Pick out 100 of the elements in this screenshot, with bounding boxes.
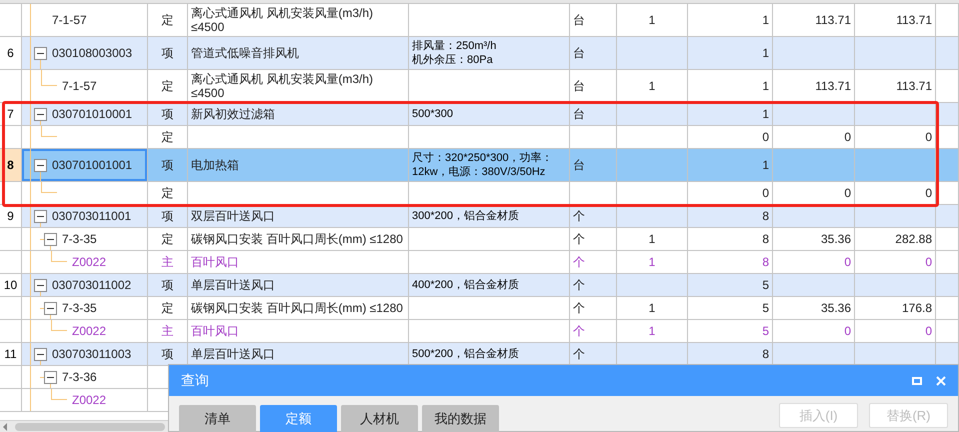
quantity-text: 5	[762, 324, 769, 338]
name-text: 碳钢风口安装 百叶风口周长(mm) ≤1280	[191, 301, 403, 315]
table-row[interactable]: 10 030703011002 项 单层百叶送风口 400*200，铝合金材质 个 5	[0, 274, 959, 297]
collapse-toggle[interactable]	[34, 210, 47, 223]
row-number: 6	[7, 46, 14, 60]
code-text: 7-3-36	[62, 369, 97, 386]
table-row[interactable]: 7-1-57 定 离心式通风机 风机安装风量(m3/h) ≤4500 台 1 1 113.71 113.71	[0, 4, 959, 37]
collapse-toggle[interactable]	[44, 371, 57, 384]
code-text: 030701010001	[52, 106, 132, 123]
unit-text: 个	[573, 209, 585, 223]
feature-text: 300*200，铝合金材质	[412, 209, 519, 223]
table-row[interactable]: 11 030703011003 项 单层百叶送风口 500*200，铝合金材质 个 8	[0, 343, 959, 366]
name-text: 单层百叶送风口	[191, 347, 275, 361]
type-text: 项	[162, 347, 174, 361]
unit-text: 台	[573, 79, 585, 93]
dialog-tab[interactable]: 我的数据	[422, 405, 499, 432]
coef-text: 1	[648, 79, 656, 93]
type-text: 项	[162, 278, 174, 292]
feature-text: 排风量：250m³/h 机外余压：80Pa	[412, 39, 496, 67]
type-text: 定	[162, 301, 174, 315]
type-text: 项	[162, 46, 174, 60]
collapse-toggle[interactable]	[34, 348, 47, 361]
tree-connector	[40, 308, 44, 309]
code-text: Z0022	[72, 323, 106, 340]
code-text: 030108003003	[52, 45, 132, 62]
collapse-toggle[interactable]	[44, 302, 57, 315]
quantity-text: 1	[762, 79, 769, 93]
feature-text: 500*300	[412, 107, 453, 121]
tree-line	[40, 60, 41, 69]
quantity-text: 0	[762, 130, 769, 144]
collapse-toggle[interactable]	[34, 279, 47, 292]
feature-text: 尺寸：320*250*300，功率： 12kw，电源：380V/3/50Hz	[412, 151, 553, 179]
collapse-toggle[interactable]	[44, 233, 57, 246]
total-text: 113.71	[896, 13, 932, 27]
code-text: Z0022	[72, 254, 106, 271]
tree-connector	[51, 251, 67, 262]
tree-connector	[41, 126, 57, 137]
tree-connector	[40, 239, 44, 240]
name-text: 离心式通风机 风机安装风量(m3/h) ≤4500	[191, 6, 374, 34]
price-text: 35.36	[820, 301, 851, 315]
code-text: 7-3-35	[62, 300, 97, 317]
table-row[interactable]: 定 0 0 0	[0, 182, 959, 205]
table-row[interactable]: 7-1-57 定 离心式通风机 风机安装风量(m3/h) ≤4500 台 1 1 113.71 113.71	[0, 70, 959, 103]
table-row[interactable]: 7-3-35 定 碳钢风口安装 百叶风口周长(mm) ≤1280 个 1 5 35.36 176.8	[0, 297, 959, 320]
type-text: 定	[162, 79, 174, 93]
total-text: 0	[925, 324, 932, 338]
quantity-text: 1	[762, 107, 769, 121]
dialog-tab[interactable]: 人材机	[341, 405, 418, 432]
dialog-title: 查询	[181, 371, 209, 390]
total-text: 0	[925, 255, 932, 269]
price-text: 0	[844, 130, 851, 144]
tree-connector	[51, 320, 67, 331]
table-row[interactable]: 7 030701010001 项 新风初效过滤箱 500*300 台 1	[0, 103, 959, 126]
total-text: 176.8	[902, 301, 932, 315]
code-text: 030701001001	[52, 157, 132, 174]
row-number: 7	[7, 107, 14, 121]
table-row[interactable]: Z0022 主 百叶风口 个 1 5 0 0	[0, 320, 959, 343]
code-text: 7-1-57	[52, 12, 87, 29]
horizontal-scrollbar[interactable]	[0, 420, 170, 432]
quantity-text: 8	[762, 232, 769, 246]
unit-text: 个	[573, 232, 585, 246]
total-text: 0	[925, 130, 932, 144]
unit-text: 个	[573, 301, 585, 315]
name-text: 双层百叶送风口	[191, 209, 275, 223]
coef-text: 1	[648, 324, 656, 338]
table-row[interactable]: Z0022 主 百叶风口 个 1 8 0 0	[0, 251, 959, 274]
quantity-text: 1	[762, 158, 769, 172]
table-row[interactable]: 9 030703011001 项 双层百叶送风口 300*200，铝合金材质 个 8	[0, 205, 959, 228]
unit-text: 个	[573, 347, 585, 361]
coef-text: 1	[648, 13, 656, 27]
collapse-toggle[interactable]	[34, 159, 47, 172]
maximize-icon[interactable]	[912, 376, 922, 384]
coef-text: 1	[648, 232, 656, 246]
quantity-text: 8	[762, 255, 769, 269]
unit-text: 台	[573, 46, 585, 60]
row-number: 10	[4, 278, 18, 292]
coef-text: 1	[648, 301, 656, 315]
scroll-left-icon[interactable]	[3, 422, 7, 430]
type-text: 项	[162, 158, 174, 172]
collapse-toggle[interactable]	[34, 108, 47, 121]
name-text: 管道式低噪音排风机	[191, 46, 299, 60]
collapse-toggle[interactable]	[34, 47, 47, 60]
quantity-text: 1	[762, 46, 769, 60]
code-text: 7-3-35	[62, 231, 97, 248]
close-icon[interactable]	[936, 376, 946, 386]
dialog-tab[interactable]: 清单	[179, 405, 256, 432]
table-row[interactable]: 6 030108003003 项 管道式低噪音排风机 排风量：250m³/h 机外余压：80Pa 台 1	[0, 37, 959, 70]
table-row[interactable]: 8 030701001001 项 电加热箱 尺寸：320*250*300，功率： 12kw，电源：380V/3/50Hz 台 1	[0, 149, 959, 182]
name-text: 百叶风口	[191, 255, 239, 269]
quantity-text: 8	[762, 347, 769, 361]
type-text: 项	[162, 209, 174, 223]
quantity-text: 1	[762, 13, 769, 27]
table-row[interactable]: 7-3-35 定 碳钢风口安装 百叶风口周长(mm) ≤1280 个 1 8 35.36 282.88	[0, 228, 959, 251]
feature-text: 400*200，铝合金材质	[412, 278, 519, 292]
row-number: 9	[7, 209, 14, 223]
type-text: 主	[162, 255, 174, 269]
type-text: 定	[162, 130, 174, 144]
scrollbar-thumb[interactable]	[15, 422, 165, 430]
table-row[interactable]: 定 0 0 0	[0, 126, 959, 149]
name-text: 百叶风口	[191, 324, 239, 338]
